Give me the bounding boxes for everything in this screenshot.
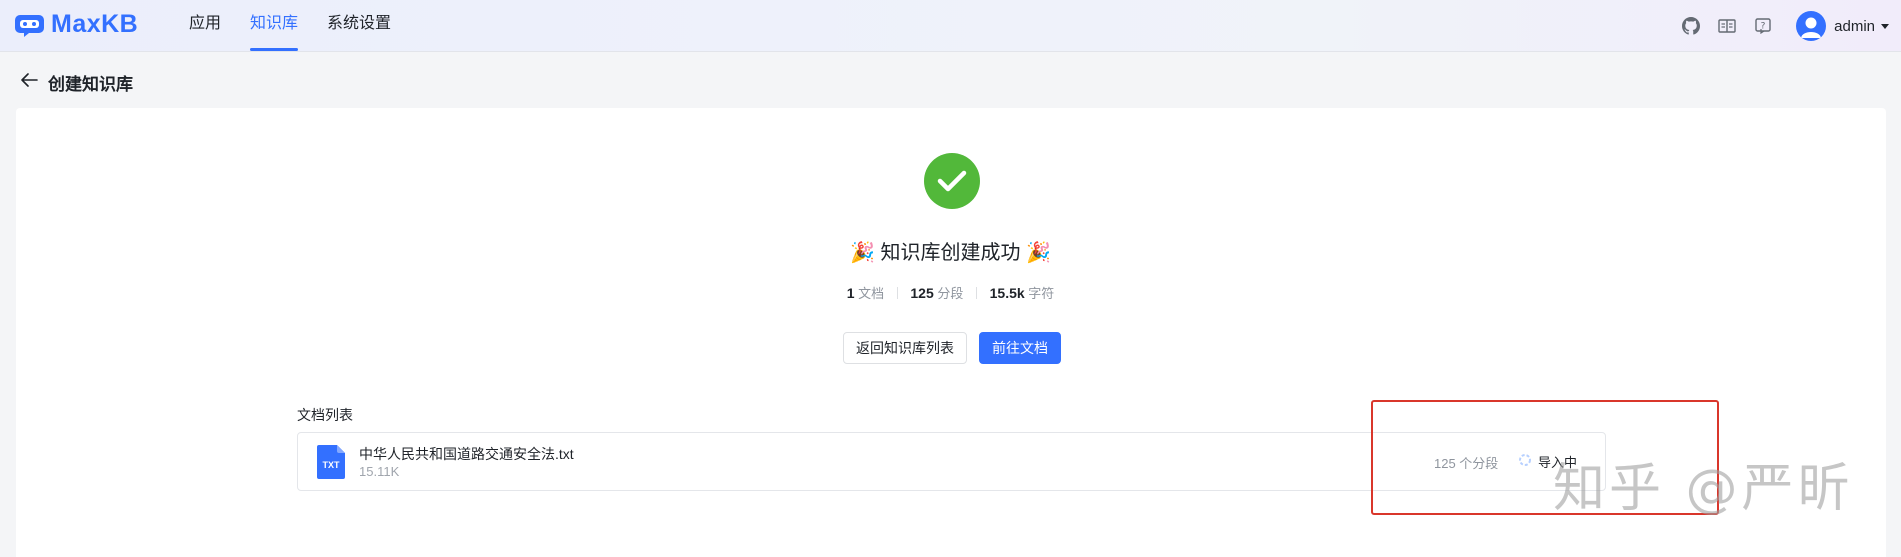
file-type-label: TXT — [323, 460, 341, 470]
user-avatar[interactable] — [1796, 11, 1827, 41]
app-name: MaxKB — [51, 10, 139, 38]
app-logo[interactable]: MaxKB — [14, 10, 138, 39]
page-title: 创建知识库 — [48, 75, 133, 94]
nav-item-knowledge[interactable]: 知识库 — [250, 0, 299, 52]
page-header: 创建知识库 — [20, 70, 133, 95]
user-name[interactable]: admin — [1834, 18, 1875, 35]
top-right-actions: ? admin — [1680, 0, 1901, 52]
doc-list-label: 文档列表 — [297, 407, 353, 423]
main-nav: 应用 知识库 系统设置 — [189, 0, 420, 52]
doc-unit: 文档 — [858, 286, 885, 301]
success-title: 🎉 知识库创建成功 🎉 — [850, 242, 1051, 264]
doc-size: 15.11K — [359, 464, 400, 479]
doc-count: 1 — [846, 285, 855, 301]
char-unit: 字符 — [1028, 286, 1055, 301]
divider — [976, 287, 977, 299]
char-count: 15.5k — [989, 285, 1025, 301]
txt-file-icon: TXT — [317, 445, 345, 484]
help-icon[interactable]: ? — [1752, 15, 1774, 37]
doc-name: 中华人民共和国道路交通安全法.txt — [359, 446, 574, 462]
github-icon[interactable] — [1680, 15, 1702, 37]
doc-segment-count: 125 个分段 — [1434, 456, 1499, 471]
robot-logo-icon — [14, 12, 45, 38]
go-to-documents-button[interactable]: 前往文档 — [979, 332, 1061, 364]
top-navbar: MaxKB 应用 知识库 系统设置 ? admin — [0, 0, 1901, 52]
nav-item-settings[interactable]: 系统设置 — [327, 0, 391, 52]
book-icon[interactable] — [1716, 15, 1738, 37]
nav-item-app[interactable]: 应用 — [189, 0, 221, 52]
loading-spinner-icon — [1518, 453, 1532, 470]
segment-unit: 分段 — [937, 286, 964, 301]
result-stats: 1 文档 125 分段 15.5k 字符 — [0, 283, 1901, 302]
back-arrow-icon[interactable] — [20, 73, 38, 92]
segment-count: 125 — [910, 285, 934, 301]
watermark-text: 知乎 @严昕 — [1553, 459, 1854, 519]
chevron-down-icon[interactable] — [1881, 23, 1889, 29]
svg-text:?: ? — [1761, 22, 1766, 32]
divider — [896, 287, 898, 299]
list-item[interactable]: TXT 中华人民共和国道路交通安全法.txt 15.11K 125 个分段 导入… — [297, 432, 1606, 491]
success-check-icon — [924, 153, 980, 209]
back-to-list-button[interactable]: 返回知识库列表 — [843, 332, 967, 364]
